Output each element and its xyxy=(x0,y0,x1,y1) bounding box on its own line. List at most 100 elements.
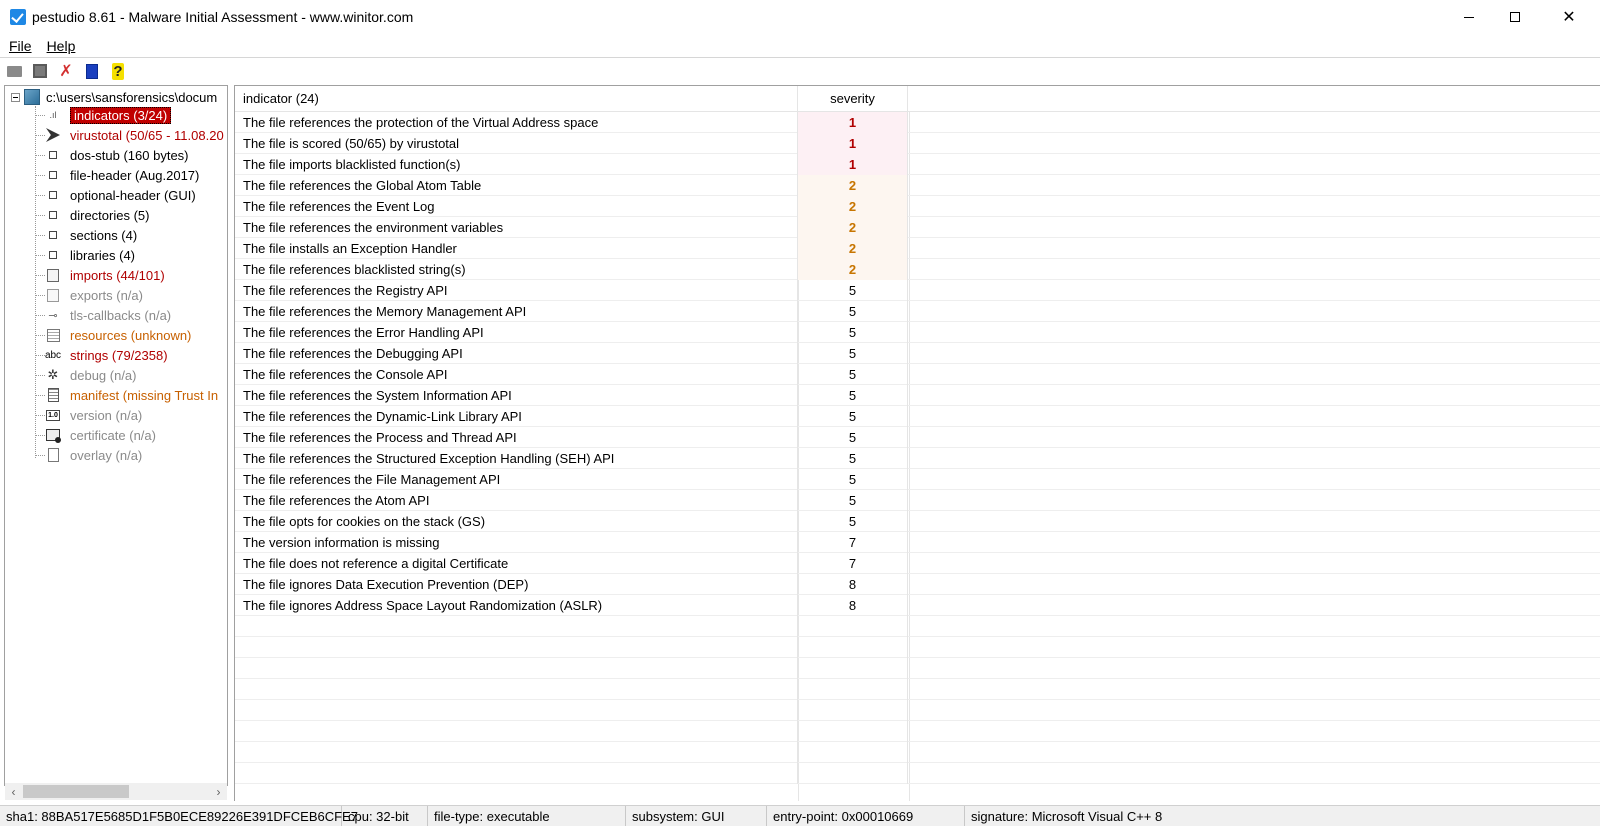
virustotal-icon xyxy=(45,127,61,143)
tree-item-label: file-header (Aug.2017) xyxy=(70,167,200,183)
column-header-indicator[interactable]: indicator (24) xyxy=(235,86,798,112)
tree-item-overlay[interactable]: overlay (n/a) xyxy=(45,446,142,464)
table-row[interactable]: The file references the Debugging API 5 xyxy=(235,342,1600,364)
table-row[interactable]: The file imports blacklisted function(s)… xyxy=(235,153,1600,175)
severity-cell: 2 xyxy=(798,195,908,217)
minimize-button[interactable] xyxy=(1446,0,1492,34)
table-row[interactable]: The file references the Atom API 5 xyxy=(235,489,1600,511)
tree-item-label: optional-header (GUI) xyxy=(70,187,196,203)
square-icon xyxy=(45,187,61,203)
severity-cell: 5 xyxy=(798,342,908,364)
table-row[interactable]: The file references the Structured Excep… xyxy=(235,447,1600,469)
table-row[interactable]: The file references the File Management … xyxy=(235,468,1600,490)
help-button[interactable]: ? xyxy=(108,61,128,81)
table-row[interactable]: The file does not reference a digital Ce… xyxy=(235,552,1600,574)
empty-row xyxy=(235,762,1600,784)
tree-item-resources[interactable]: resources (unknown) xyxy=(45,326,191,344)
close-window-button[interactable]: ✕ xyxy=(1546,0,1592,34)
table-row[interactable]: The file ignores Data Execution Preventi… xyxy=(235,573,1600,595)
tree-item-label: strings (79/2358) xyxy=(70,347,168,363)
tree-item-label: sections (4) xyxy=(70,227,138,243)
maximize-icon xyxy=(1510,12,1520,22)
table-row[interactable]: The file references the Event Log 2 xyxy=(235,195,1600,217)
empty-row xyxy=(235,615,1600,637)
empty-row xyxy=(235,678,1600,700)
collapse-icon[interactable] xyxy=(11,92,20,102)
empty-row xyxy=(235,657,1600,679)
tree-item-exports[interactable]: exports (n/a) xyxy=(45,286,143,304)
tree-horizontal-scrollbar[interactable]: ‹ › xyxy=(5,783,227,800)
tree-item-label: debug (n/a) xyxy=(70,367,137,383)
table-row[interactable]: The file references blacklisted string(s… xyxy=(235,258,1600,280)
table-row[interactable]: The file references the Dynamic-Link Lib… xyxy=(235,405,1600,427)
tree-item-strings[interactable]: abc strings (79/2358) xyxy=(45,346,168,364)
tree-item-imports[interactable]: imports (44/101) xyxy=(45,266,165,284)
close-file-button[interactable]: ✗ xyxy=(56,61,76,81)
table-row[interactable]: The version information is missing 7 xyxy=(235,531,1600,553)
tree-item-indicators[interactable]: .ıl indicators (3/24) xyxy=(45,106,172,124)
tree-item-label: dos-stub (160 bytes) xyxy=(70,147,189,163)
menu-file[interactable]: File xyxy=(9,38,32,54)
table-row[interactable]: The file references the Memory Managemen… xyxy=(235,300,1600,322)
tree-item-label: manifest (missing Trust In xyxy=(70,387,219,403)
table-row[interactable]: The file is scored (50/65) by virustotal… xyxy=(235,132,1600,154)
table-row[interactable]: The file ignores Address Space Layout Ra… xyxy=(235,594,1600,616)
indicator-cell: The file is scored (50/65) by virustotal xyxy=(235,132,798,154)
table-row[interactable]: The file references the Console API 5 xyxy=(235,363,1600,385)
tree-root[interactable]: c:\users\sansforensics\docum xyxy=(11,88,217,106)
scroll-left-icon[interactable]: ‹ xyxy=(5,783,22,800)
tree-item-libraries[interactable]: libraries (4) xyxy=(45,246,135,264)
table-row[interactable]: The file references the environment vari… xyxy=(235,216,1600,238)
tree-item-optional-header[interactable]: optional-header (GUI) xyxy=(45,186,196,204)
table-row[interactable]: The file references the System Informati… xyxy=(235,384,1600,406)
tree-item-sections[interactable]: sections (4) xyxy=(45,226,137,244)
tree-item-version[interactable]: 1.0 version (n/a) xyxy=(45,406,142,424)
window-title: pestudio 8.61 - Malware Initial Assessme… xyxy=(32,9,414,25)
table-row[interactable]: The file installs an Exception Handler 2 xyxy=(235,237,1600,259)
tree-item-virustotal[interactable]: virustotal (50/65 - 11.08.20 xyxy=(45,126,224,144)
empty-row xyxy=(235,636,1600,658)
indicator-cell: The file references the Memory Managemen… xyxy=(235,300,798,322)
table-row[interactable]: The file opts for cookies on the stack (… xyxy=(235,510,1600,532)
clipboard-button[interactable] xyxy=(82,61,102,81)
scrollbar-thumb[interactable] xyxy=(23,785,129,798)
tree-item-file-header[interactable]: file-header (Aug.2017) xyxy=(45,166,199,184)
key-icon: ⊸ xyxy=(48,309,58,322)
open-button[interactable] xyxy=(4,61,24,81)
tree-item-tls-callbacks[interactable]: ⊸ tls-callbacks (n/a) xyxy=(45,306,171,324)
title-bar: pestudio 8.61 - Malware Initial Assessme… xyxy=(0,0,1600,34)
status-subsystem: subsystem: GUI xyxy=(626,805,767,826)
tree-item-dos-stub[interactable]: dos-stub (160 bytes) xyxy=(45,146,189,164)
tree-item-manifest[interactable]: manifest (missing Trust In xyxy=(45,386,218,404)
exports-icon xyxy=(45,287,61,303)
table-row[interactable]: The file references the protection of th… xyxy=(235,111,1600,133)
certificate-icon xyxy=(45,427,61,443)
tree-panel: c:\users\sansforensics\docum .ıl indicat… xyxy=(4,85,228,786)
clipboard-icon xyxy=(86,63,98,79)
indicator-cell: The file references the File Management … xyxy=(235,468,798,490)
table-row[interactable]: The file references the Global Atom Tabl… xyxy=(235,174,1600,196)
table-row[interactable]: The file references the Process and Thre… xyxy=(235,426,1600,448)
maximize-button[interactable] xyxy=(1492,0,1538,34)
save-button[interactable] xyxy=(30,61,50,81)
tree-item-debug[interactable]: ✲ debug (n/a) xyxy=(45,366,137,384)
column-header-severity[interactable]: severity xyxy=(798,86,908,112)
status-entry-point: entry-point: 0x00010669 xyxy=(767,805,965,826)
severity-cell: 5 xyxy=(798,300,908,322)
severity-cell: 1 xyxy=(798,111,908,133)
tree-item-certificate[interactable]: certificate (n/a) xyxy=(45,426,156,444)
severity-cell: 5 xyxy=(798,510,908,532)
indicator-cell: The file ignores Address Space Layout Ra… xyxy=(235,594,798,616)
menu-help[interactable]: Help xyxy=(47,38,76,54)
indicator-cell: The file imports blacklisted function(s) xyxy=(235,153,798,175)
scroll-right-icon[interactable]: › xyxy=(210,783,227,800)
status-signature: signature: Microsoft Visual C++ 8 xyxy=(971,808,1163,824)
tree-item-directories[interactable]: directories (5) xyxy=(45,206,149,224)
indicator-cell: The file ignores Data Execution Preventi… xyxy=(235,573,798,595)
close-icon: ✕ xyxy=(1562,9,1576,26)
severity-cell: 5 xyxy=(798,489,908,511)
severity-cell: 1 xyxy=(798,153,908,175)
status-cpu: cpu: 32-bit xyxy=(342,805,428,826)
table-row[interactable]: The file references the Registry API 5 xyxy=(235,279,1600,301)
table-row[interactable]: The file references the Error Handling A… xyxy=(235,321,1600,343)
